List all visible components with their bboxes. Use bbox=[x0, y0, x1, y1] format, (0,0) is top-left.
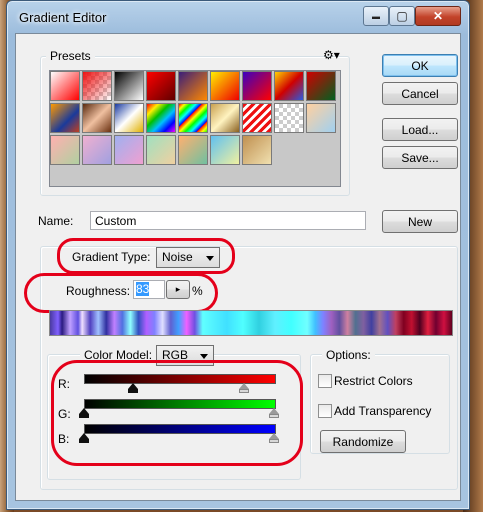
preset-swatch[interactable] bbox=[210, 103, 240, 133]
preset-swatch[interactable] bbox=[178, 71, 208, 101]
preset-swatch[interactable] bbox=[114, 71, 144, 101]
add-transparency-checkbox[interactable] bbox=[318, 404, 332, 418]
preset-swatch[interactable] bbox=[146, 71, 176, 101]
title-bar[interactable]: Gradient Editor ▬ ▢ ✕ bbox=[7, 1, 469, 35]
window-title: Gradient Editor bbox=[19, 10, 107, 25]
load-button[interactable]: Load... bbox=[382, 118, 458, 141]
save-button[interactable]: Save... bbox=[382, 146, 458, 169]
presets-swatch-grid bbox=[49, 70, 341, 187]
red-annotation-gradient-type bbox=[57, 238, 235, 274]
maximize-button[interactable]: ▢ bbox=[389, 6, 415, 26]
gradient-preview-bar[interactable] bbox=[49, 310, 453, 336]
cancel-button[interactable]: Cancel bbox=[382, 82, 458, 105]
preset-swatch[interactable] bbox=[146, 135, 176, 165]
minimize-button[interactable]: ▬ bbox=[363, 6, 389, 26]
preset-swatch[interactable] bbox=[210, 71, 240, 101]
preset-swatch[interactable] bbox=[178, 103, 208, 133]
preset-swatch[interactable] bbox=[82, 103, 112, 133]
preset-swatch[interactable] bbox=[82, 71, 112, 101]
ok-button[interactable]: OK bbox=[382, 54, 458, 77]
presets-menu-icon[interactable]: ⚙▾ bbox=[323, 48, 340, 62]
add-transparency-label[interactable]: Add Transparency bbox=[334, 404, 431, 418]
preset-swatch[interactable] bbox=[242, 71, 272, 101]
preset-swatch[interactable] bbox=[50, 103, 80, 133]
randomize-button[interactable]: Randomize bbox=[320, 430, 406, 453]
preset-swatch[interactable] bbox=[274, 71, 304, 101]
preset-swatch[interactable] bbox=[178, 135, 208, 165]
red-annotation-sliders bbox=[51, 360, 303, 466]
restrict-colors-checkbox[interactable] bbox=[318, 374, 332, 388]
name-field[interactable]: Custom bbox=[90, 211, 366, 230]
preset-swatch[interactable] bbox=[274, 103, 304, 133]
preset-swatch[interactable] bbox=[50, 71, 80, 101]
red-annotation-roughness bbox=[24, 273, 218, 313]
preset-swatch[interactable] bbox=[146, 103, 176, 133]
preset-swatch[interactable] bbox=[114, 103, 144, 133]
preset-swatch[interactable] bbox=[242, 135, 272, 165]
preset-swatch[interactable] bbox=[210, 135, 240, 165]
name-label: Name: bbox=[38, 214, 74, 228]
close-icon: ✕ bbox=[432, 9, 444, 23]
options-label: Options: bbox=[322, 348, 375, 362]
gradient-editor-window: Gradient Editor ▬ ▢ ✕ Presets ⚙▾ OK Canc… bbox=[6, 0, 470, 510]
preset-swatch[interactable] bbox=[114, 135, 144, 165]
chevron-down-icon bbox=[200, 354, 208, 359]
preset-swatch[interactable] bbox=[82, 135, 112, 165]
preset-swatch[interactable] bbox=[306, 71, 336, 101]
preset-swatch[interactable] bbox=[306, 103, 336, 133]
close-button[interactable]: ✕ bbox=[415, 6, 461, 26]
restrict-colors-label[interactable]: Restrict Colors bbox=[334, 374, 413, 388]
presets-label: Presets bbox=[46, 49, 95, 63]
maximize-icon: ▢ bbox=[396, 9, 408, 23]
dialog-client-area: Presets ⚙▾ OK Cancel Load... Save... Nam… bbox=[15, 33, 461, 501]
new-button[interactable]: New bbox=[382, 210, 458, 233]
preset-swatch[interactable] bbox=[242, 103, 272, 133]
minimize-icon: ▬ bbox=[372, 11, 380, 21]
preset-swatch[interactable] bbox=[50, 135, 80, 165]
